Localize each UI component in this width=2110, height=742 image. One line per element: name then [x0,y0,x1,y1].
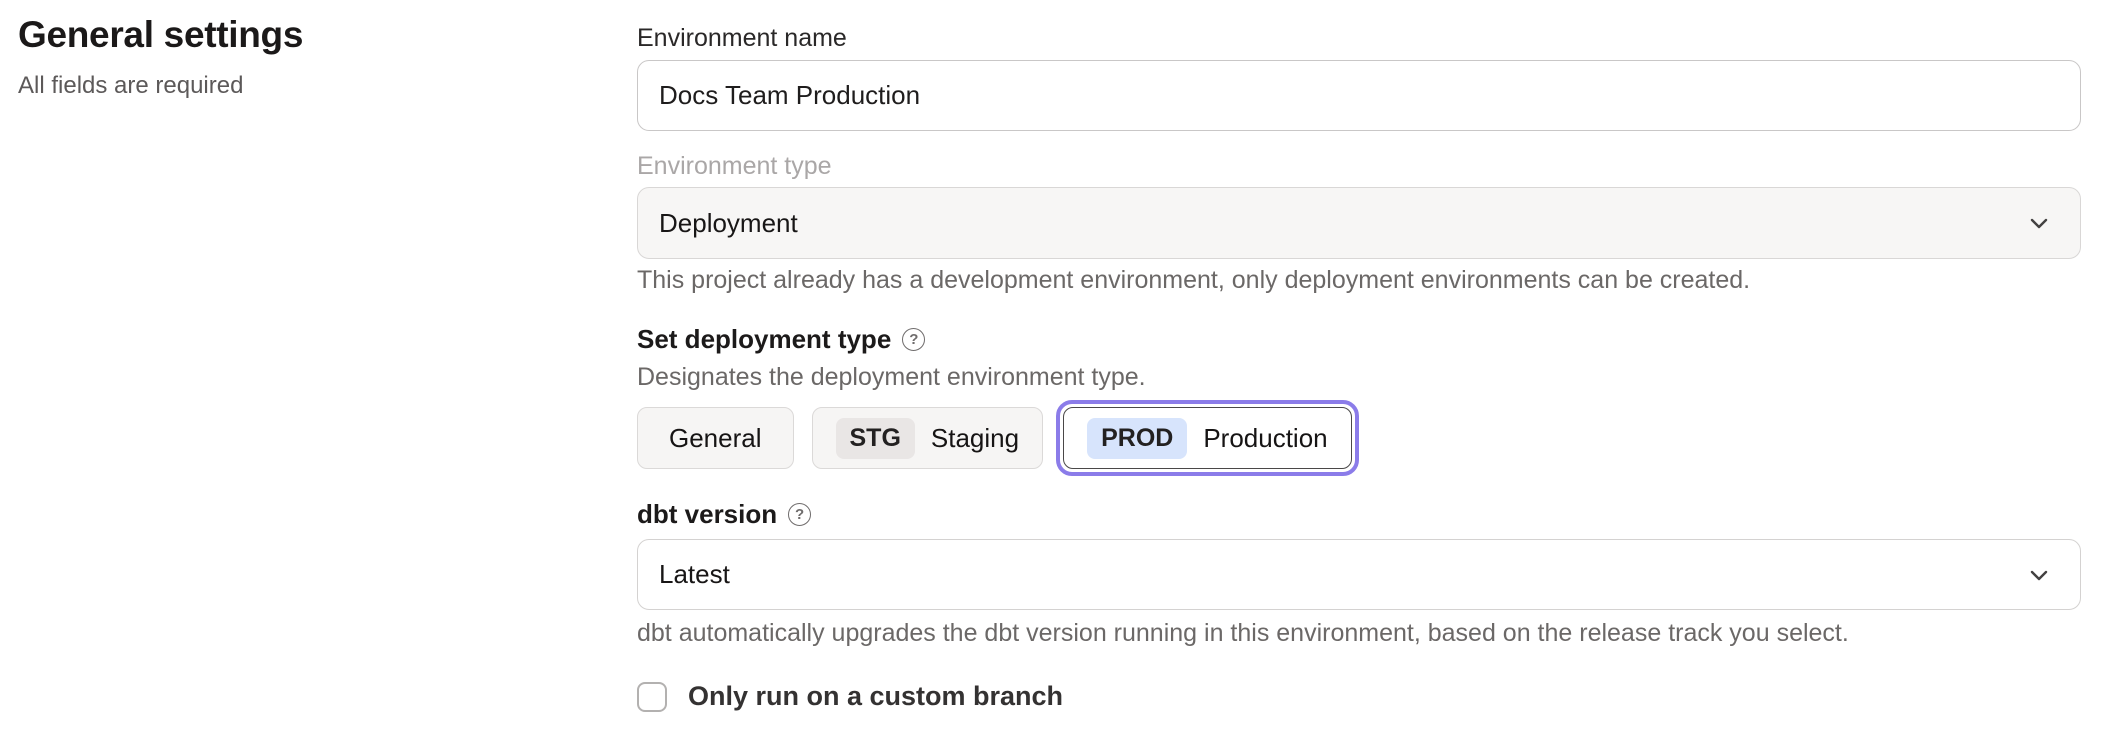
help-icon[interactable]: ? [788,503,811,526]
dbt-version-value: Latest [659,559,730,590]
dbt-version-select[interactable]: Latest [637,539,2081,610]
production-badge: PROD [1087,418,1187,459]
staging-badge: STG [836,418,915,459]
environment-name-label: Environment name [637,24,847,53]
option-general-label: General [669,423,762,454]
dbt-version-label-row: dbt version ? [637,499,811,530]
environment-name-input[interactable] [637,60,2081,131]
environment-type-label: Environment type [637,152,832,181]
option-production-label: Production [1203,423,1327,454]
dbt-version-label: dbt version [637,499,777,530]
deployment-type-option-general[interactable]: General [637,407,794,469]
deployment-type-option-production-selected[interactable]: PROD Production [1056,400,1359,476]
page-subtitle: All fields are required [18,72,243,100]
general-settings-page: General settings All fields are required… [0,0,2110,742]
dbt-version-helper: dbt automatically upgrades the dbt versi… [637,619,1849,648]
chevron-down-icon [2024,560,2054,590]
environment-type-helper: This project already has a development e… [637,266,1750,295]
deployment-type-label: Set deployment type [637,324,891,355]
custom-branch-label: Only run on a custom branch [688,681,1063,712]
deployment-type-helper: Designates the deployment environment ty… [637,363,1146,392]
deployment-type-option-production[interactable]: PROD Production [1063,407,1352,469]
help-icon[interactable]: ? [902,328,925,351]
chevron-down-icon [2024,208,2054,238]
deployment-type-option-staging[interactable]: STG Staging [812,407,1044,469]
page-title: General settings [18,14,303,56]
custom-branch-row: Only run on a custom branch [637,681,1063,712]
option-staging-label: Staging [931,423,1019,454]
custom-branch-checkbox[interactable] [637,682,667,712]
environment-type-select[interactable]: Deployment [637,187,2081,259]
deployment-type-label-row: Set deployment type ? [637,324,925,355]
environment-type-value: Deployment [659,208,798,239]
deployment-type-options: General STG Staging PROD Production [637,401,1359,475]
